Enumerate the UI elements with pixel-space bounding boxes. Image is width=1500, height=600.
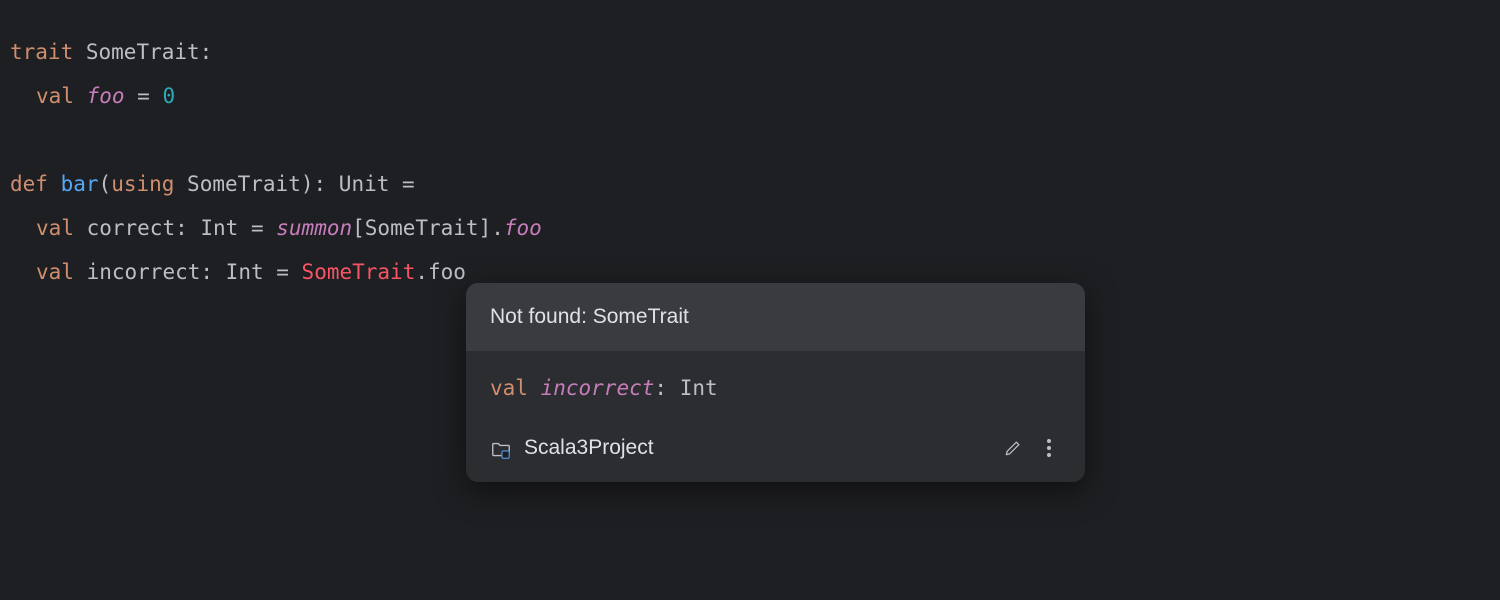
member-foo: foo [428, 260, 466, 284]
val-name-foo: foo [87, 84, 125, 108]
member-foo: foo [504, 216, 542, 240]
colon: : [175, 216, 200, 240]
code-editor[interactable]: trait SomeTrait: val foo = 0 def bar(usi… [10, 30, 1490, 294]
code-line-5[interactable]: val correct: Int = summon[SomeTrait].foo [36, 206, 1490, 250]
tooltip-val-name: incorrect [541, 376, 655, 400]
dot: . [491, 216, 504, 240]
code-line-3-blank[interactable] [10, 118, 1490, 162]
equals: = [238, 216, 276, 240]
keyword-trait: trait [10, 40, 73, 64]
project-name: Scala3Project [524, 432, 654, 464]
keyword-val: val [36, 260, 74, 284]
param-type: SomeTrait [174, 172, 300, 196]
type-int: Int [200, 216, 238, 240]
val-name-correct: correct [74, 216, 175, 240]
type-int: Int [226, 260, 264, 284]
more-icon-dots [1047, 439, 1051, 457]
keyword-def: def [10, 172, 48, 196]
lparen: ( [99, 172, 112, 196]
number-literal: 0 [162, 84, 175, 108]
tooltip-type: Int [680, 376, 718, 400]
keyword-val: val [36, 216, 74, 240]
def-name-bar: bar [61, 172, 99, 196]
tooltip-keyword-val: val [490, 376, 528, 400]
summon-call: summon [276, 216, 352, 240]
trait-name: SomeTrait [86, 40, 200, 64]
rbracket: ] [479, 216, 492, 240]
lbracket: [ [352, 216, 365, 240]
error-identifier: SomeTrait [302, 260, 416, 284]
more-options-button[interactable] [1037, 436, 1061, 460]
colon: : [200, 260, 225, 284]
keyword-val: val [36, 84, 74, 108]
code-line-4[interactable]: def bar(using SomeTrait): Unit = [10, 162, 1490, 206]
val-name-incorrect: incorrect [74, 260, 200, 284]
tooltip-footer: Scala3Project [466, 420, 1085, 482]
tooltip-error-message: Not found: SomeTrait [466, 283, 1085, 351]
return-type: Unit [339, 172, 390, 196]
equals: = [389, 172, 414, 196]
dot: . [415, 260, 428, 284]
code-line-1[interactable]: trait SomeTrait: [10, 30, 1490, 74]
rparen: ) [301, 172, 314, 196]
edit-button[interactable] [1001, 436, 1025, 460]
folder-icon [490, 439, 512, 457]
summon-type: SomeTrait [365, 216, 479, 240]
ret-colon: : [314, 172, 339, 196]
equals: = [264, 260, 302, 284]
tooltip-colon: : [654, 376, 679, 400]
equals: = [125, 84, 163, 108]
error-tooltip: Not found: SomeTrait val incorrect: Int … [466, 283, 1085, 482]
colon: : [200, 40, 213, 64]
code-line-2[interactable]: val foo = 0 [36, 74, 1490, 118]
keyword-using: using [111, 172, 174, 196]
tooltip-signature: val incorrect: Int [466, 351, 1085, 421]
